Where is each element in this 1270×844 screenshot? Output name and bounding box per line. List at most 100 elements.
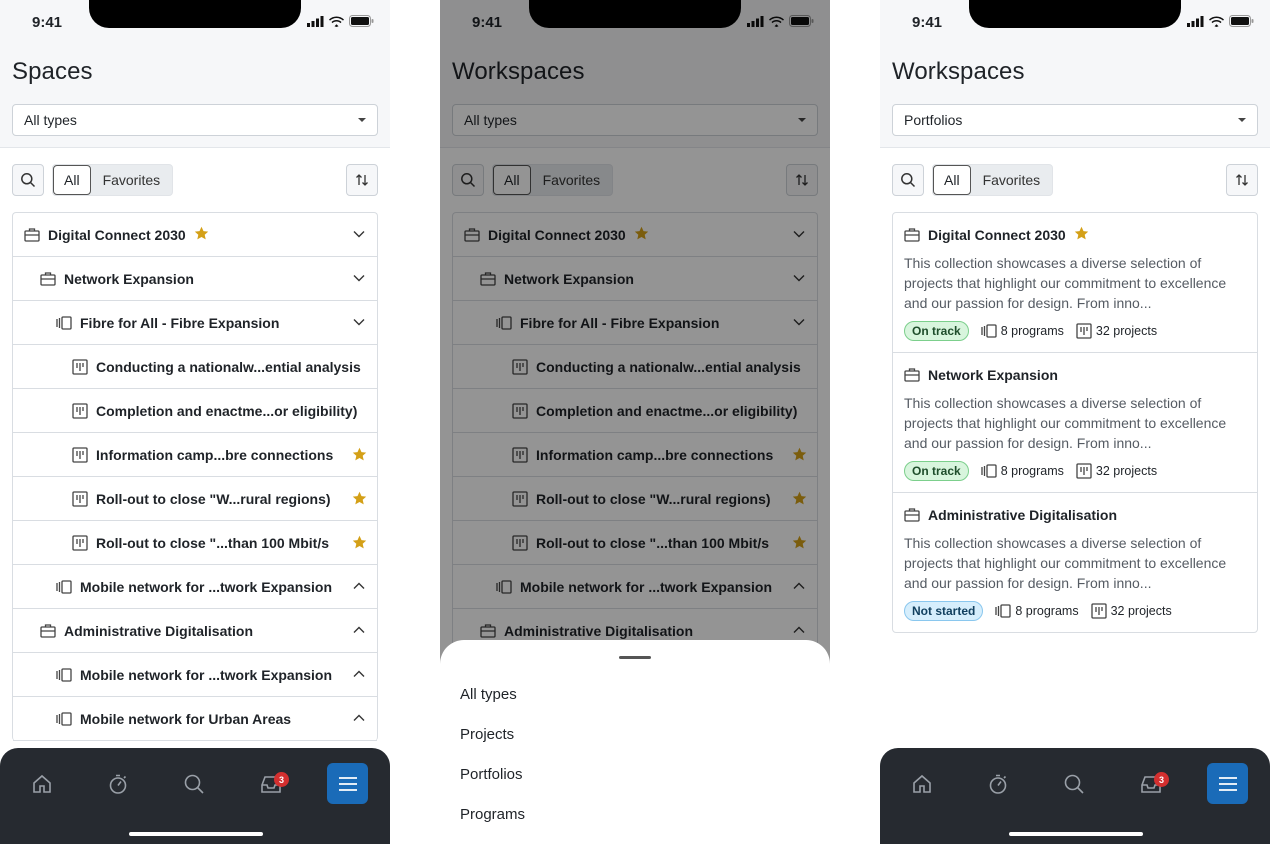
segment-favorites[interactable]: Favorites: [971, 165, 1053, 195]
programs-count: 8 programs: [981, 464, 1064, 478]
portfolio-icon: [40, 271, 56, 286]
portfolio-card-list: Digital Connect 2030 This collection show…: [892, 212, 1258, 633]
portfolio-card[interactable]: Network Expansion This collection showcas…: [893, 353, 1257, 493]
sort-icon: [1236, 174, 1248, 186]
tree-row-label: Mobile network for Urban Areas: [80, 710, 292, 727]
tree-row-label: Mobile network for ...twork Expansion: [80, 666, 333, 683]
nav-search[interactable]: [1054, 764, 1094, 804]
card-meta: Not started 8 programs 32 projects: [904, 601, 1246, 621]
search-icon: [21, 173, 36, 188]
page-header: 9:41 Workspaces Portfolios: [880, 0, 1270, 148]
portfolio-card[interactable]: Digital Connect 2030 This collection show…: [893, 213, 1257, 353]
project-icon: [1076, 323, 1092, 339]
tree-row[interactable]: Roll-out to close "W...rural regions): [13, 477, 377, 521]
tree-row[interactable]: Administrative Digitalisation: [13, 609, 377, 653]
tree-row-label: Completion and enactme...or eligibility): [96, 402, 358, 419]
type-picker-sheet: All types Projects Portfolios Programs: [440, 640, 830, 844]
program-icon: [56, 315, 72, 330]
tree-row[interactable]: Digital Connect 2030: [13, 213, 377, 257]
star-icon[interactable]: [352, 447, 367, 462]
card-title-row: Digital Connect 2030: [904, 225, 1246, 245]
segment-favorites[interactable]: Favorites: [91, 165, 173, 195]
nav-home[interactable]: [902, 764, 942, 804]
segment-all[interactable]: All: [53, 165, 91, 195]
tree-row[interactable]: Mobile network for ...twork Expansion: [13, 565, 377, 609]
home-icon: [33, 774, 51, 793]
phone-workspaces-portfolios: 9:41 Workspaces Portfolios All Favorites…: [880, 0, 1270, 844]
tree-row-label: Fibre for All - Fibre Expansion: [80, 314, 280, 331]
tree-row[interactable]: Roll-out to close "...than 100 Mbit/s: [13, 521, 377, 565]
bottom-nav: 3: [0, 748, 390, 844]
chevron-down-icon[interactable]: [353, 318, 365, 326]
tree-row[interactable]: Fibre for All - Fibre Expansion: [13, 301, 377, 345]
search-button[interactable]: [12, 164, 44, 196]
sort-button[interactable]: [346, 164, 378, 196]
list-toolbar: All Favorites: [892, 164, 1258, 196]
star-icon[interactable]: [194, 226, 209, 241]
home-indicator: [129, 832, 263, 836]
tree-row[interactable]: Mobile network for Urban Areas: [13, 697, 377, 741]
portfolio-icon: [40, 623, 56, 638]
tree-row[interactable]: Mobile network for ...twork Expansion: [13, 653, 377, 697]
tree-row-label: Administrative Digitalisation: [64, 622, 254, 639]
program-icon: [56, 667, 72, 682]
type-filter-value: All types: [24, 112, 77, 128]
nav-inbox[interactable]: 3: [251, 764, 291, 804]
nav-timer[interactable]: [978, 764, 1018, 804]
sheet-option-projects[interactable]: Projects: [460, 726, 514, 743]
program-icon: [981, 464, 997, 478]
tree-row-label: Network Expansion: [64, 270, 194, 287]
tree-row-label: Mobile network for ...twork Expansion: [80, 578, 333, 595]
programs-count: 8 programs: [981, 324, 1064, 338]
segment-all[interactable]: All: [933, 165, 971, 195]
chevron-up-icon[interactable]: [353, 670, 365, 678]
program-icon: [995, 604, 1011, 618]
card-title: Administrative Digitalisation: [928, 507, 1118, 523]
status-badge: Not started: [904, 601, 984, 621]
chevron-down-icon[interactable]: [353, 274, 365, 282]
tree-row[interactable]: Conducting a nationalw...ential analysis: [13, 345, 377, 389]
sheet-option-portfolios[interactable]: Portfolios: [460, 766, 523, 783]
star-icon[interactable]: [352, 535, 367, 550]
nav-menu[interactable]: [327, 763, 368, 804]
card-description: This collection showcases a diverse sele…: [904, 535, 1227, 591]
nav-search[interactable]: [174, 764, 214, 804]
portfolio-card[interactable]: Administrative Digitalisation This collec…: [893, 493, 1257, 632]
chevron-down-icon[interactable]: [353, 230, 365, 238]
status-bar: 9:41: [880, 0, 1270, 44]
type-filter-dropdown[interactable]: Portfolios: [892, 104, 1258, 136]
sheet-option-all-types[interactable]: All types: [460, 686, 517, 703]
tree-row[interactable]: Network Expansion: [13, 257, 377, 301]
menu-icon: [1218, 776, 1237, 791]
filter-segmented-control: All Favorites: [932, 164, 1054, 196]
tree-row-label: Roll-out to close "...than 100 Mbit/s: [96, 534, 329, 551]
sheet-grabber[interactable]: [619, 656, 651, 659]
projects-count: 32 projects: [1076, 323, 1157, 339]
star-icon[interactable]: [1074, 226, 1089, 241]
project-icon: [72, 446, 88, 463]
tree-row[interactable]: Information camp...bre connections: [13, 433, 377, 477]
projects-count-label: 32 projects: [1110, 604, 1172, 618]
inbox-badge: 3: [274, 772, 289, 787]
nav-inbox[interactable]: 3: [1131, 764, 1171, 804]
project-icon: [1090, 603, 1107, 619]
projects-count-label: 32 projects: [1095, 324, 1158, 338]
programs-count-label: 8 programs: [1015, 604, 1079, 618]
chevron-up-icon[interactable]: [353, 714, 365, 722]
type-filter-dropdown[interactable]: All types: [12, 104, 378, 136]
nav-menu[interactable]: [1207, 763, 1248, 804]
chevron-up-icon[interactable]: [353, 626, 365, 634]
card-meta: On track 8 programs 32 projects: [904, 461, 1246, 481]
star-icon[interactable]: [352, 491, 367, 506]
sort-button[interactable]: [1226, 164, 1258, 196]
nav-home[interactable]: [22, 764, 62, 804]
chevron-up-icon[interactable]: [353, 582, 365, 590]
workspace-tree: Digital Connect 2030 Network Expansion Fib…: [12, 212, 378, 741]
tree-row[interactable]: Completion and enactme...or eligibility): [13, 389, 377, 433]
device-notch: [89, 0, 301, 28]
sheet-option-programs[interactable]: Programs: [460, 806, 525, 823]
program-icon: [56, 711, 72, 726]
search-button[interactable]: [892, 164, 924, 196]
sort-icon: [356, 174, 368, 186]
nav-timer[interactable]: [98, 764, 138, 804]
